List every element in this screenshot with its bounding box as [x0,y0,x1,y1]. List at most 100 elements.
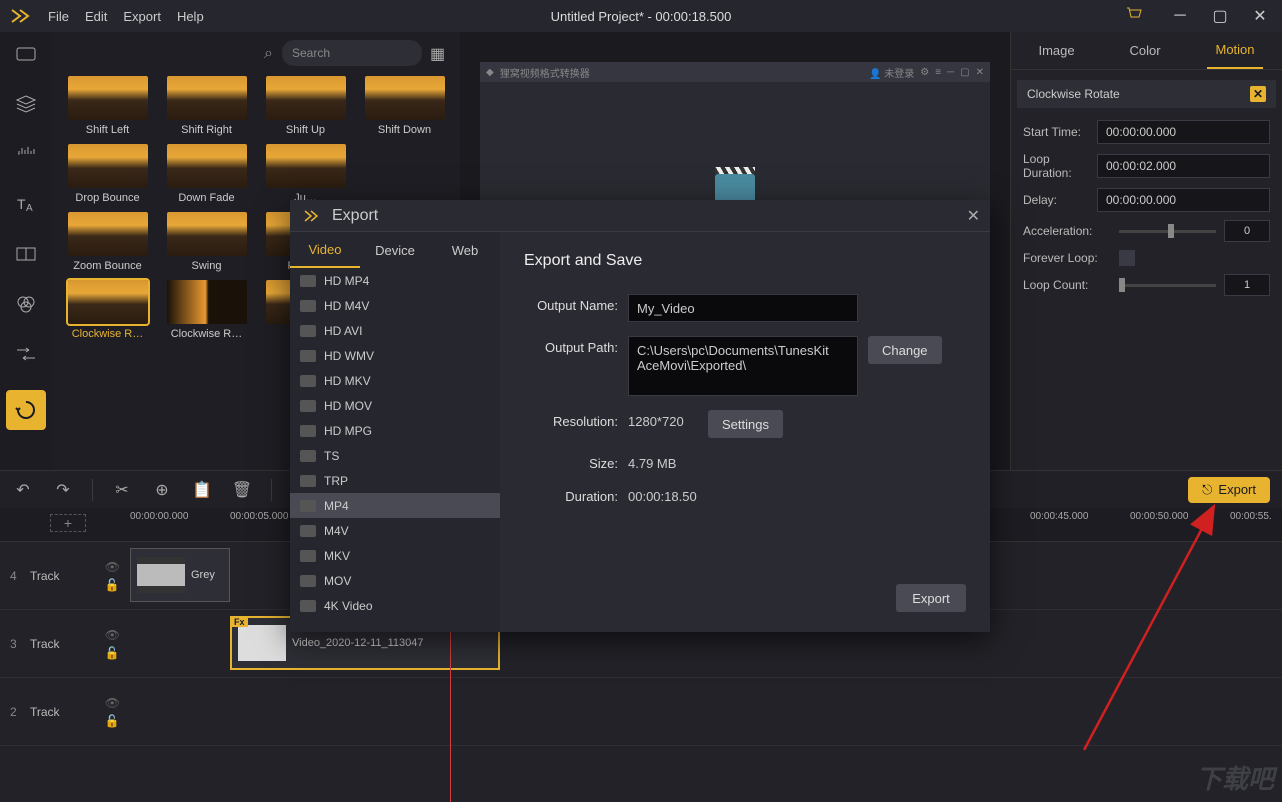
format-item[interactable]: MOV [290,568,500,593]
watermark: 下载吧 [1196,759,1274,796]
effect-thumb[interactable]: Shift Left [62,76,153,136]
tab-motion[interactable]: Motion [1207,32,1262,69]
export-heading: Export and Save [524,252,966,270]
start-time-input[interactable] [1097,120,1270,144]
tab-color[interactable]: Color [1122,32,1169,69]
svg-text:A: A [26,203,33,213]
maximize-button[interactable]: ▢ [1206,4,1234,28]
close-button[interactable]: ✕ [1246,4,1274,28]
loop-count-input[interactable] [1224,274,1270,296]
format-item[interactable]: HD MPG [290,418,500,443]
lock-icon[interactable]: 🔓 [105,646,120,660]
effect-thumb[interactable]: Clockwise R… [62,280,153,340]
paste-button[interactable]: 📋 [191,479,213,501]
acceleration-input[interactable] [1224,220,1270,242]
animation-icon[interactable] [6,390,46,430]
add-track-button[interactable]: + [50,514,86,532]
search-input[interactable] [282,40,422,66]
copy-button[interactable]: ⊕ [151,479,173,501]
format-item[interactable]: M4V [290,518,500,543]
timeline-clip[interactable]: Grey [130,548,230,602]
format-item[interactable]: HD AVI [290,318,500,343]
menu-help[interactable]: Help [177,9,204,24]
remove-effect-button[interactable]: ✕ [1250,86,1266,102]
export-dialog: Export ✕ Video Device Web HD MP4HD M4VHD… [290,200,990,632]
redo-button[interactable]: ↷ [52,479,74,501]
preview-gear-icon: ⚙ [920,67,929,78]
effect-thumb[interactable]: Ju… [260,144,351,204]
output-name-input[interactable] [628,294,858,322]
export-tab-video[interactable]: Video [290,232,360,268]
format-item[interactable]: HD MOV [290,393,500,418]
tab-image[interactable]: Image [1030,32,1082,69]
transition-icon[interactable] [12,340,40,368]
sidebar: TA [0,32,52,470]
export-icon: ⎋ [1202,482,1212,498]
cart-icon[interactable] [1126,7,1142,26]
delete-button[interactable]: 🗑 [231,479,253,501]
titlebar: File Edit Export Help Untitled Project* … [0,0,1282,32]
format-list: HD MP4HD M4VHD AVIHD WMVHD MKVHD MOVHD M… [290,268,500,632]
visibility-icon[interactable]: 👁 [105,560,120,574]
menu-export[interactable]: Export [123,9,161,24]
format-item[interactable]: MP4 [290,493,500,518]
effect-thumb[interactable]: Clockwise R… [161,280,252,340]
format-item[interactable]: TRP [290,468,500,493]
export-confirm-button[interactable]: Export [896,584,966,612]
effect-thumb[interactable]: Down Fade [161,144,252,204]
resolution-label: Resolution: [524,410,618,429]
size-value: 4.79 MB [628,452,676,471]
format-item[interactable]: HD WMV [290,343,500,368]
resolution-value: 1280*720 [628,410,698,429]
lock-icon[interactable]: 🔓 [105,714,120,728]
properties-panel: Image Color Motion Clockwise Rotate ✕ St… [1010,32,1282,470]
settings-button[interactable]: Settings [708,410,783,438]
media-icon[interactable] [12,40,40,68]
forever-loop-checkbox[interactable] [1119,250,1135,266]
format-item[interactable]: HD MKV [290,368,500,393]
ruler-tick: 00:00:50.000 [1130,511,1188,522]
format-item[interactable]: HD MP4 [290,268,500,293]
effect-thumb[interactable]: Shift Right [161,76,252,136]
layers-icon[interactable] [12,90,40,118]
audio-icon[interactable] [12,140,40,168]
filter-icon[interactable] [12,290,40,318]
loop-duration-label: Loop Duration: [1023,152,1089,180]
menu-file[interactable]: File [48,9,69,24]
lock-icon[interactable]: 🔓 [105,578,120,592]
effect-thumb[interactable]: Drop Bounce [62,144,153,204]
visibility-icon[interactable]: 👁 [105,696,120,710]
text-icon[interactable]: TA [12,190,40,218]
export-button-label: Export [1218,482,1256,497]
acceleration-slider[interactable] [1119,230,1216,233]
loop-count-slider[interactable] [1119,284,1216,287]
timeline-track[interactable]: 2Track👁🔓 [0,678,1282,746]
dialog-close-button[interactable]: ✕ [967,206,980,226]
change-path-button[interactable]: Change [868,336,942,364]
effect-thumb[interactable]: Shift Down [359,76,450,136]
export-button[interactable]: ⎋ Export [1188,477,1270,503]
visibility-icon[interactable]: 👁 [105,628,120,642]
effect-thumb[interactable]: Swing [161,212,252,272]
section-header: Clockwise Rotate ✕ [1017,80,1276,108]
main-menu: File Edit Export Help [48,9,204,24]
delay-label: Delay: [1023,193,1089,207]
export-tab-device[interactable]: Device [360,232,430,268]
format-item[interactable]: HD M4V [290,293,500,318]
grid-view-icon[interactable]: ▦ [430,44,448,62]
undo-button[interactable]: ↶ [12,479,34,501]
effect-thumb[interactable]: Shift Up [260,76,351,136]
preview-app-title: 狸窝视频格式转换器 [500,65,590,80]
cut-button[interactable]: ✂ [111,479,133,501]
effect-thumb[interactable]: Zoom Bounce [62,212,153,272]
delay-input[interactable] [1097,188,1270,212]
format-item[interactable]: MKV [290,543,500,568]
format-item[interactable]: TS [290,443,500,468]
duration-value: 00:00:18.50 [628,485,697,504]
minimize-button[interactable]: ─ [1166,4,1194,28]
format-item[interactable]: 4K Video [290,593,500,618]
menu-edit[interactable]: Edit [85,9,107,24]
split-icon[interactable] [12,240,40,268]
loop-duration-input[interactable] [1097,154,1270,178]
export-tab-web[interactable]: Web [430,232,500,268]
